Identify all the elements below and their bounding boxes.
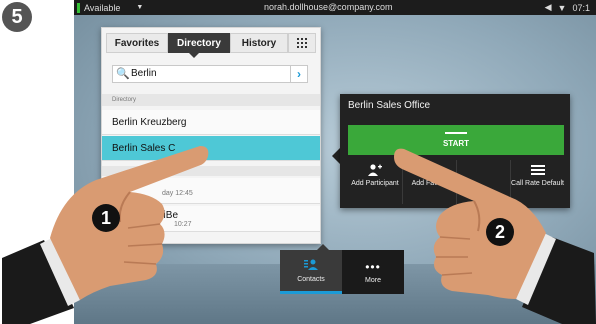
section-label: Directory	[102, 94, 320, 106]
search-input[interactable]: 🔍 Berlin ›	[112, 65, 308, 83]
tab-directory[interactable]: Directory	[168, 33, 230, 53]
user-email: norah.dollhouse@company.com	[264, 2, 393, 12]
search-value: Berlin	[131, 68, 157, 79]
tab-history[interactable]: History	[230, 33, 288, 53]
more-label: More	[365, 277, 381, 284]
contacts-icon	[304, 259, 318, 273]
search-icon: 🔍	[116, 68, 130, 80]
clock: 07:1	[572, 2, 590, 13]
step-badge: 5	[2, 2, 32, 32]
chevron-down-icon[interactable]: ▼	[136, 4, 143, 11]
call-line-icon	[445, 132, 467, 134]
contact-card-title: Berlin Sales Office	[348, 100, 431, 111]
contacts-label: Contacts	[297, 275, 325, 283]
add-participant-icon	[368, 164, 382, 178]
tab-pointer	[188, 52, 200, 58]
step-marker-1: 1	[92, 204, 120, 232]
left-hand-icon	[2, 146, 209, 324]
search-go-button[interactable]: ›	[290, 65, 308, 83]
status-bar: Available ▼ norah.dollhouse@company.com …	[74, 0, 596, 15]
volume-icon[interactable]: ◀	[545, 2, 552, 13]
tab-bar: Favorites Directory History	[106, 33, 316, 53]
step-marker-2: 2	[486, 218, 514, 246]
chevron-down-icon[interactable]: ▼	[558, 3, 567, 13]
contacts-button[interactable]: Contacts	[280, 250, 342, 294]
list-item[interactable]: Berlin Kreuzberg	[102, 110, 320, 135]
card-pointer	[332, 148, 340, 164]
tab-favorites[interactable]: Favorites	[106, 33, 168, 53]
more-dots-icon: •••	[365, 260, 381, 274]
availability-status[interactable]: Available	[84, 3, 120, 13]
availability-indicator-icon	[77, 2, 80, 13]
status-right-group: ◀ ▼ 07:1	[545, 2, 590, 13]
keypad-grid-icon[interactable]	[288, 33, 316, 53]
